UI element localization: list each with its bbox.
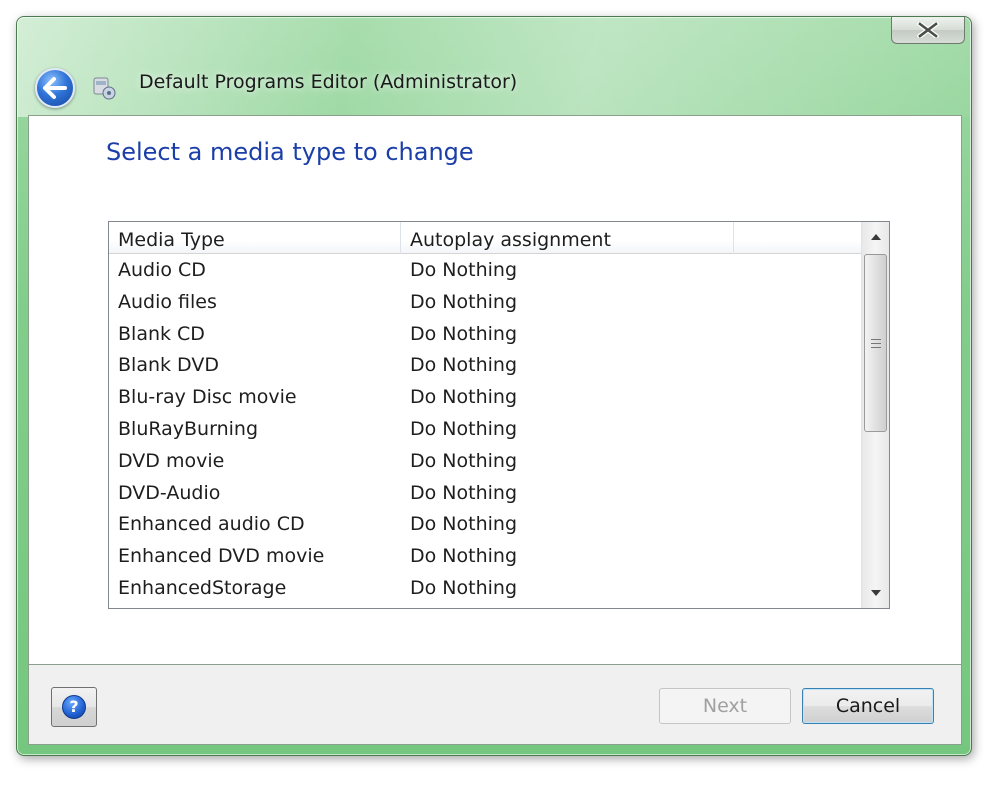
assignment-cell: Do Nothing [410,481,518,504]
close-button[interactable] [891,17,965,44]
vertical-scrollbar[interactable] [861,222,889,608]
assignment-cell: Do Nothing [410,576,518,599]
window-title: Default Programs Editor (Administrator) [139,71,518,93]
cancel-button[interactable]: Cancel [802,688,934,724]
list-item[interactable]: Audio files Do Nothing [109,287,861,319]
media-type-cell: DVD-Audio [118,481,221,504]
assignment-cell: Do Nothing [410,259,518,281]
column-header-filler [734,222,861,254]
close-icon [917,22,939,38]
scrollbar-grip-icon [870,338,881,348]
scroll-down-button[interactable] [862,578,889,608]
scroll-down-arrow-icon [871,590,881,596]
media-type-cell: Blank CD [118,322,205,345]
help-button[interactable]: ? [51,687,97,727]
page-heading: Select a media type to change [106,138,474,166]
media-type-cell: EnhancedStorage [118,576,287,599]
back-button[interactable] [35,68,75,108]
assignment-cell: Do Nothing [410,354,518,377]
title-bar-glass [17,17,971,117]
list-item[interactable]: Blank DVD Do Nothing [109,350,861,382]
list-item[interactable]: Audio CD Do Nothing [109,255,861,287]
list-item[interactable]: Enhanced DVD movie Do Nothing [109,541,861,573]
assignment-cell: Do Nothing [410,417,518,440]
list-item[interactable]: BluRayBurning Do Nothing [109,414,861,446]
scroll-up-arrow-icon [871,234,881,240]
assignment-cell: Do Nothing [410,322,518,345]
help-icon: ? [62,695,86,719]
media-type-cell: Audio files [118,290,217,313]
list-item[interactable]: Blank CD Do Nothing [109,319,861,351]
list-item[interactable]: EnhancedStorage Do Nothing [109,573,861,605]
list-item[interactable]: Enhanced audio CD Do Nothing [109,509,861,541]
app-icon [93,77,116,100]
scrollbar-thumb[interactable] [864,254,887,432]
assignment-cell: Do Nothing [410,513,518,536]
media-type-cell: Blu-ray Disc movie [118,386,297,409]
back-arrow-icon [43,77,67,99]
media-type-cell: Enhanced audio CD [118,513,305,536]
media-type-cell: DVD movie [118,449,225,472]
assignment-cell: Do Nothing [410,545,518,568]
dialog-window: Default Programs Editor (Administrator) … [16,16,972,756]
column-header-media-type[interactable]: Media Type [109,222,401,254]
next-button[interactable]: Next [659,688,791,724]
assignment-cell: Do Nothing [410,290,518,313]
media-type-cell: Audio CD [118,259,206,281]
assignment-cell: Do Nothing [410,386,518,409]
list-item[interactable]: DVD-Audio Do Nothing [109,478,861,510]
media-type-cell: BluRayBurning [118,417,259,440]
media-type-list[interactable]: Media Type Autoplay assignment Audio CD D… [108,221,890,609]
assignment-cell: Do Nothing [410,449,518,472]
list-rows: Audio CD Do Nothing Audio files Do Nothing… [109,255,861,605]
column-header-autoplay-assignment[interactable]: Autoplay assignment [401,222,734,254]
list-item[interactable]: Blu-ray Disc movie Do Nothing [109,382,861,414]
content-area: Select a media type to change Media Type… [28,115,962,665]
media-type-cell: Enhanced DVD movie [118,545,325,568]
scroll-up-button[interactable] [862,222,889,252]
list-item[interactable]: DVD movie Do Nothing [109,446,861,478]
media-type-cell: Blank DVD [118,354,219,377]
button-bar: ? Next Cancel [28,665,962,745]
list-header: Media Type Autoplay assignment [109,222,861,254]
